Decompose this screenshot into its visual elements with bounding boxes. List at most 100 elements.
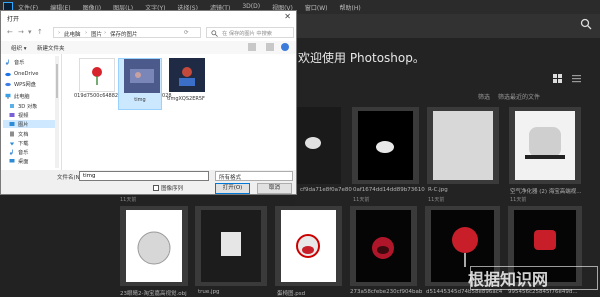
red-chair-image — [296, 234, 320, 258]
nav-item-3d-objects[interactable]: 3D 对象 — [9, 102, 37, 110]
recent-file-image — [356, 210, 411, 282]
organize-button[interactable]: 组织 ▾ — [11, 44, 27, 52]
nav-item-desktop[interactable]: 桌面 — [9, 157, 28, 165]
address-bar[interactable]: › 此电脑 › 图片 › 保存的图片 ⟳ — [53, 27, 201, 38]
open-button[interactable]: 打开(O) — [215, 183, 250, 194]
new-folder-button[interactable]: 新建文件夹 — [37, 44, 65, 52]
help-icon[interactable] — [281, 43, 289, 51]
chevron-right-icon: › — [85, 30, 88, 36]
recent-file-date: 11天前 — [428, 197, 445, 203]
recent-file-thumb[interactable] — [350, 206, 417, 286]
recent-file-date: 11天前 — [353, 197, 370, 203]
recent-file-thumb[interactable] — [275, 206, 342, 286]
recent-file-caption: 空气净化器 (2) 海宝高端视... — [510, 189, 582, 195]
folder-icon: › — [58, 30, 61, 36]
breadcrumb-saved-pictures[interactable]: 保存的图片 — [110, 30, 138, 38]
recent-file-thumb[interactable] — [120, 206, 188, 286]
breadcrumb-pictures[interactable]: 图片 — [91, 30, 102, 38]
recent-file-caption: R-C.jpg — [428, 187, 448, 193]
filetype-select[interactable]: 所有格式 — [215, 171, 293, 181]
nav-item-downloads[interactable]: 下载 — [9, 139, 28, 147]
file-thumbnail — [169, 58, 205, 92]
recent-file-thumb[interactable] — [195, 206, 267, 286]
nav-label: 音乐 — [18, 149, 29, 156]
menu-window[interactable]: 窗口(W) — [305, 3, 328, 12]
texture-image — [221, 232, 241, 256]
search-icon — [211, 30, 218, 37]
filename-value: timg — [83, 173, 96, 179]
nav-label: OneDrive — [14, 71, 39, 77]
file-thumbnail — [79, 58, 115, 92]
navigation-pane: 音乐 OneDrive WPS网盘 此电脑 3D 对象 视频 图片 文档 下载 … — [1, 54, 62, 170]
flower-image — [92, 67, 102, 85]
recent-file-caption: true.jpg — [198, 289, 220, 295]
filetype-value: 所有格式 — [219, 175, 242, 181]
back-arrow-icon[interactable]: ← — [7, 28, 13, 36]
nav-label: 此电脑 — [14, 93, 30, 100]
command-bar: 组织 ▾ 新建文件夹 — [1, 41, 296, 54]
list-view-icon[interactable] — [572, 74, 581, 83]
nav-item-onedrive[interactable]: OneDrive — [5, 70, 38, 78]
nav-item-music[interactable]: 音乐 — [5, 58, 24, 66]
search-input[interactable]: 在 保存的图片 中搜索 — [206, 27, 294, 38]
nav-item-pictures[interactable]: 图片 — [3, 120, 55, 128]
filename-input[interactable]: timg — [79, 171, 209, 181]
breadcrumb-this-pc[interactable]: 此电脑 — [64, 30, 81, 38]
nav-item-documents[interactable]: 文档 — [9, 130, 28, 138]
search-icon[interactable] — [580, 18, 592, 30]
forward-arrow-icon[interactable]: → — [18, 28, 24, 36]
nav-item-this-pc[interactable]: 此电脑 — [5, 92, 30, 100]
onedrive-icon — [5, 72, 11, 77]
desktop-icon — [9, 159, 15, 163]
recent-file-image — [126, 210, 182, 282]
recent-file-image — [201, 210, 261, 282]
video-icon — [9, 113, 15, 117]
nav-label: 图片 — [18, 121, 29, 128]
nav-scrollbar-thumb[interactable] — [56, 64, 58, 98]
menu-help[interactable]: 帮助(H) — [340, 3, 361, 12]
recent-file-thumb[interactable] — [352, 107, 419, 184]
file-item[interactable]: timgXQS2ER5F — [164, 58, 208, 110]
photo-image — [130, 69, 154, 83]
recent-file-thumb[interactable] — [427, 107, 499, 184]
up-arrow-icon[interactable]: ↑ — [37, 28, 43, 36]
recent-locations-icon[interactable]: ▾ — [28, 28, 32, 36]
air-purifier-image — [525, 127, 565, 159]
file-item[interactable]: 019d7500c648824d051d6cda0270028 — [74, 58, 172, 110]
recent-file-image — [515, 111, 575, 180]
grid-view-icon[interactable] — [553, 74, 562, 83]
recent-file-image — [433, 111, 493, 180]
nav-label: 桌面 — [18, 158, 29, 165]
file-name: timgXQS2ER5F — [167, 96, 205, 102]
recent-files-filter[interactable]: 筛选 筛选最近的文件 — [478, 92, 540, 101]
recent-file-caption: 0af1674dd14dd89b7361074... — [353, 187, 425, 193]
dialog-title-bar: 打开 ✕ — [1, 11, 296, 25]
preview-pane-icon[interactable] — [266, 43, 274, 51]
chevron-right-icon: › — [104, 30, 107, 36]
recent-file-thumb[interactable] — [509, 107, 581, 184]
refresh-icon[interactable]: ⟳ — [184, 30, 189, 36]
computer-icon — [5, 93, 11, 99]
dialog-footer: 文件名(N): timg 所有格式 图像序列 打开(O) 取消 — [1, 170, 296, 194]
nav-item-wps-cloud[interactable]: WPS网盘 — [5, 80, 36, 88]
nav-label: 文档 — [18, 131, 29, 138]
nav-label: 音乐 — [14, 59, 25, 66]
nav-label: WPS网盘 — [14, 81, 36, 88]
recent-file-image — [281, 210, 336, 282]
dialog-title: 打开 — [7, 16, 20, 23]
address-row: ← → ▾ ↑ › 此电脑 › 图片 › 保存的图片 ⟳ 在 保存的图片 中搜索 — [1, 25, 296, 41]
egg-chair-image — [137, 231, 171, 265]
close-icon[interactable]: ✕ — [284, 12, 291, 21]
file-item-selected[interactable]: timg — [118, 58, 162, 110]
filter-input[interactable]: 筛选最近的文件 — [498, 94, 540, 101]
file-name: timg — [134, 97, 146, 103]
music-icon — [9, 149, 13, 155]
image-sequence-checkbox[interactable] — [153, 185, 159, 191]
nav-label: 视频 — [18, 112, 29, 119]
view-options-icon[interactable] — [248, 43, 256, 51]
nav-item-video[interactable]: 视频 — [9, 111, 28, 119]
cancel-button[interactable]: 取消 — [257, 183, 292, 194]
wps-cloud-icon — [5, 82, 11, 87]
file-name: 019d7500c648824d051d6cda0270028 — [74, 93, 172, 99]
nav-item-music-2[interactable]: 音乐 — [9, 148, 28, 156]
